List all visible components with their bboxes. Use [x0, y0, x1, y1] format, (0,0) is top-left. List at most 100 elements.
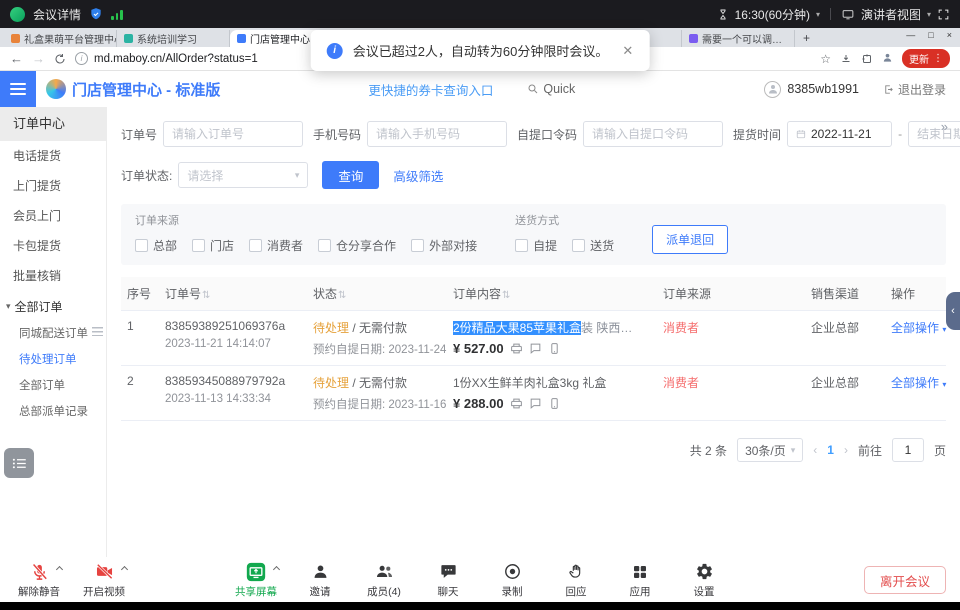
minimize-icon[interactable]: — — [906, 30, 915, 40]
start-date-input[interactable] — [811, 127, 883, 141]
bookmark-star-icon[interactable]: ☆ — [820, 52, 831, 66]
browser-menu-icon[interactable]: ⋮ — [933, 53, 943, 64]
advanced-filter-link[interactable]: 高级筛选 — [393, 166, 443, 185]
checkbox-icon[interactable] — [192, 239, 205, 252]
maximize-icon[interactable]: □ — [928, 30, 933, 40]
back-icon[interactable]: ← — [10, 52, 23, 65]
view-mode-label[interactable]: 演讲者视图 — [861, 6, 921, 23]
view-dropdown-caret[interactable]: ▾ — [927, 10, 931, 19]
leave-meeting-button[interactable]: 离开会议 — [864, 566, 946, 594]
site-info-icon[interactable]: i — [75, 52, 88, 65]
user-chip[interactable]: 8385wb1991 — [764, 81, 859, 98]
order-status-select[interactable]: 请选择 ▾ — [178, 162, 308, 188]
camera-options-caret[interactable] — [121, 566, 128, 573]
sidebar-item-hq-dispatch-records[interactable]: 总部派单记录 — [0, 399, 106, 425]
timer-dropdown-caret[interactable]: ▾ — [816, 10, 820, 19]
forward-icon[interactable]: → — [32, 52, 45, 65]
checkbox-icon[interactable] — [249, 239, 262, 252]
chat-button[interactable]: 聊天 — [423, 561, 473, 599]
checkbox-icon[interactable] — [411, 239, 424, 252]
dispatch-return-button[interactable]: 派单退回 — [652, 225, 728, 254]
header-content[interactable]: 订单内容⇅ — [447, 277, 657, 310]
mic-options-caret[interactable] — [56, 566, 63, 573]
sidebar-drag-handle-icon[interactable] — [92, 327, 103, 336]
goto-page-input[interactable] — [892, 438, 924, 462]
checkbox-icon[interactable] — [572, 239, 585, 252]
header-status[interactable]: 状态⇅ — [307, 277, 447, 310]
sidebar-item-city-delivery-orders[interactable]: 同城配送订单 — [0, 321, 106, 347]
apps-button[interactable]: 应用 — [615, 561, 665, 599]
unmute-button[interactable]: 解除静音 — [14, 561, 64, 599]
browser-update-button[interactable]: 更新⋮ — [902, 49, 950, 68]
print-icon[interactable] — [510, 342, 523, 355]
fullscreen-icon[interactable] — [937, 8, 950, 21]
browser-tab[interactable]: 需要一个可以调… — [682, 30, 795, 47]
browser-tab[interactable]: 礼盒果萌平台管理中心 — [4, 30, 117, 47]
sidebar-toggle-button[interactable] — [0, 71, 36, 107]
side-panel-handle[interactable]: ‹ — [946, 292, 960, 330]
search-button[interactable]: 查询 — [322, 161, 379, 189]
phone-input[interactable] — [376, 127, 498, 141]
meeting-toast: i 会议已超过2人，自动转为60分钟限时会议。 ✕ — [311, 30, 650, 71]
sidebar-item-card-pickup[interactable]: 卡包提货 — [0, 231, 106, 261]
sidebar-section-order-center[interactable]: 订单中心 — [0, 107, 106, 141]
members-button[interactable]: 成员(4) — [359, 561, 409, 599]
start-video-button[interactable]: 开启视频 — [79, 561, 129, 599]
invite-button[interactable]: 邀请 — [295, 561, 345, 599]
sidebar-item-pending-orders[interactable]: 待处理订单 — [0, 347, 106, 373]
checkbox-icon[interactable] — [318, 239, 331, 252]
checkbox-self-pickup[interactable]: 自提 — [515, 237, 557, 254]
checkbox-icon[interactable] — [135, 239, 148, 252]
checkbox-consumer[interactable]: 消费者 — [249, 237, 303, 254]
checkbox-external[interactable]: 外部对接 — [411, 237, 477, 254]
settings-button[interactable]: 设置 — [679, 561, 729, 599]
checkbox-hq[interactable]: 总部 — [135, 237, 177, 254]
sidebar-item-all-orders[interactable]: 全部订单 — [0, 373, 106, 399]
header-order-no[interactable]: 订单号⇅ — [159, 277, 307, 310]
new-tab-button[interactable]: + — [795, 30, 818, 47]
phone-icon[interactable] — [548, 397, 561, 410]
close-window-icon[interactable]: × — [947, 30, 952, 40]
sort-icon[interactable]: ⇅ — [502, 290, 510, 301]
meeting-details-link[interactable]: 会议详情 — [33, 6, 81, 23]
coupon-query-link[interactable]: 更快捷的券卡查询入口 — [368, 80, 493, 99]
checkbox-store[interactable]: 门店 — [192, 237, 234, 254]
extensions-puzzle-icon[interactable] — [861, 53, 873, 65]
checkbox-share-coop[interactable]: 仓分享合作 — [318, 237, 396, 254]
sidebar-group-all-orders[interactable]: ▾ 全部订单 — [0, 291, 106, 321]
order-no-input[interactable] — [172, 127, 294, 141]
checkbox-icon[interactable] — [515, 239, 528, 252]
message-icon[interactable] — [529, 397, 542, 410]
sort-icon[interactable]: ⇅ — [338, 290, 346, 301]
message-icon[interactable] — [529, 342, 542, 355]
row-actions-dropdown[interactable]: 全部操作 ▾ — [891, 321, 946, 335]
sidebar-item-phone-pickup[interactable]: 电话提货 — [0, 141, 106, 171]
pickup-code-input[interactable] — [592, 127, 714, 141]
end-date-input[interactable] — [917, 127, 960, 141]
browser-profile-avatar[interactable] — [882, 50, 893, 68]
sidebar-item-member-visit[interactable]: 会员上门 — [0, 201, 106, 231]
panel-collapse-icon[interactable]: » — [941, 119, 948, 134]
toast-close-icon[interactable]: ✕ — [622, 43, 633, 59]
logout-button[interactable]: 退出登录 — [883, 81, 946, 98]
row-actions-dropdown[interactable]: 全部操作 ▾ — [891, 376, 946, 390]
share-screen-button[interactable]: 共享屏幕 — [231, 561, 281, 599]
annotation-tools-button[interactable] — [4, 448, 34, 478]
print-icon[interactable] — [510, 397, 523, 410]
phone-icon[interactable] — [548, 342, 561, 355]
quick-search[interactable]: Quick — [527, 82, 575, 96]
page-size-select[interactable]: 30条/页▾ — [737, 438, 803, 462]
reactions-button[interactable]: 回应 — [551, 561, 601, 599]
sort-icon[interactable]: ⇅ — [202, 290, 210, 301]
refresh-icon[interactable] — [54, 53, 66, 65]
download-icon[interactable] — [840, 53, 852, 65]
share-options-caret[interactable] — [273, 566, 280, 573]
current-page[interactable]: 1 — [827, 443, 834, 457]
checkbox-delivery[interactable]: 送货 — [572, 237, 614, 254]
record-button[interactable]: 录制 — [487, 561, 537, 599]
browser-tab[interactable]: 系统培训学习 — [117, 30, 230, 47]
prev-page-button[interactable]: ‹ — [813, 443, 817, 457]
sidebar-item-door-pickup[interactable]: 上门提货 — [0, 171, 106, 201]
sidebar-item-batch-verify[interactable]: 批量核销 — [0, 261, 106, 291]
next-page-button[interactable]: › — [844, 443, 848, 457]
